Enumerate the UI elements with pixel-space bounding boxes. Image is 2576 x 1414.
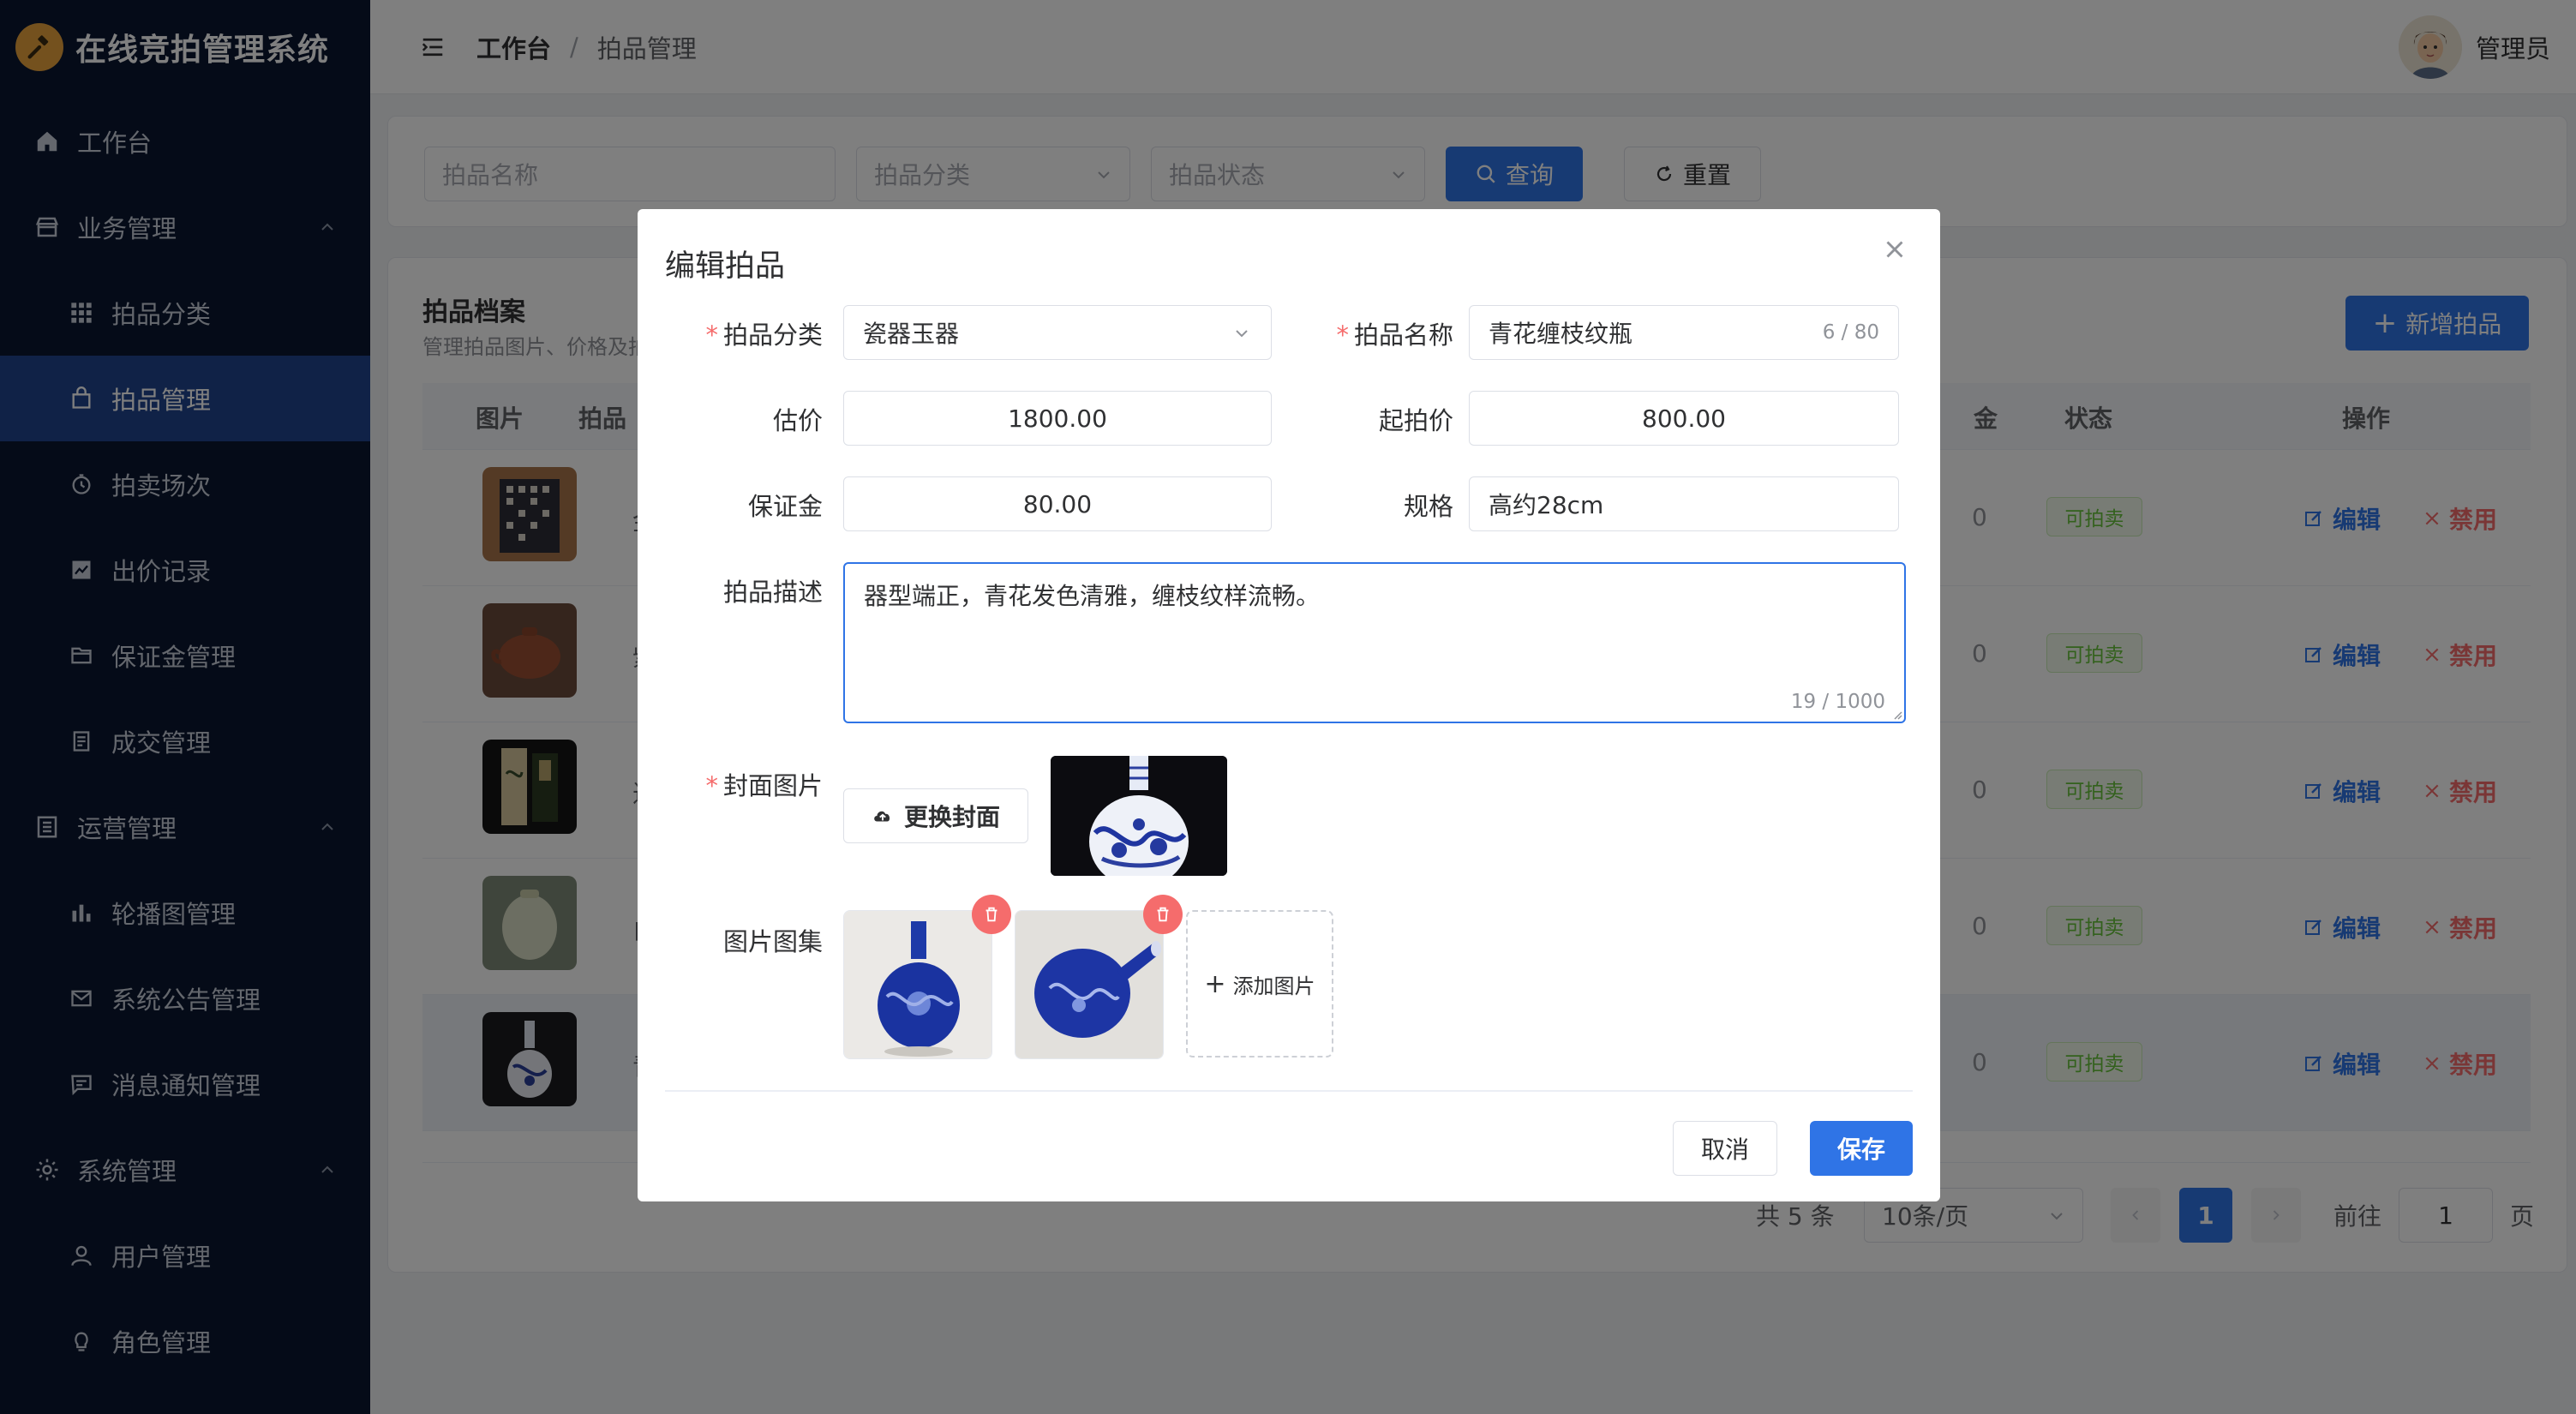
cloud-upload-icon: [874, 811, 890, 822]
edit-item-dialog: 编辑拍品 * 拍品分类 瓷器玉器 * 拍品名称 青花缠枝纹瓶 6 / 80 估价 1…: [638, 209, 1940, 1201]
start-price-label: 起拍价: [1378, 406, 1453, 435]
start-price-input[interactable]: 800.00: [1469, 391, 1899, 446]
gallery-image[interactable]: [843, 910, 992, 1059]
item-name-value: 青花缠枝纹瓶: [1489, 320, 1633, 348]
trash-icon: [1157, 907, 1169, 922]
spec-label: 规格: [1403, 492, 1453, 521]
category-select[interactable]: 瓷器玉器: [843, 305, 1272, 360]
change-cover-label: 更换封面: [903, 803, 1000, 831]
dialog-title: 编辑拍品: [665, 249, 786, 284]
cover-image[interactable]: [1051, 756, 1227, 876]
item-name-counter: 6 / 80: [1822, 321, 1879, 344]
description-label: 拍品描述: [722, 578, 823, 607]
item-name-input[interactable]: 青花缠枝纹瓶 6 / 80: [1469, 305, 1899, 360]
change-cover-button[interactable]: 更换封面: [843, 788, 1028, 843]
close-icon[interactable]: [1880, 235, 1909, 264]
description-textarea[interactable]: 器型端正，青花发色清雅，缠枝纹样流畅。 19 / 1000: [843, 562, 1906, 723]
description-value: 器型端正，青花发色清雅，缠枝纹样流畅。: [864, 582, 1321, 610]
chevron-down-icon: [1236, 330, 1248, 338]
estimate-label: 估价: [772, 406, 823, 435]
add-image-button[interactable]: + 添加图片: [1186, 910, 1333, 1058]
cancel-button[interactable]: 取消: [1673, 1121, 1777, 1176]
item-name-label: * 拍品名称: [1336, 321, 1453, 350]
deposit-label: 保证金: [747, 492, 823, 521]
description-counter: 19 / 1000: [1790, 691, 1885, 713]
category-value: 瓷器玉器: [863, 320, 960, 348]
gallery-image[interactable]: [1015, 910, 1164, 1059]
delete-image-button[interactable]: [1143, 895, 1183, 934]
estimate-input[interactable]: 1800.00: [843, 391, 1272, 446]
save-button[interactable]: 保存: [1810, 1121, 1913, 1176]
dialog-divider: [665, 1090, 1913, 1092]
spec-input[interactable]: 高约28cm: [1469, 476, 1899, 531]
add-image-label: 添加图片: [1232, 974, 1315, 998]
resize-handle-icon[interactable]: [1890, 708, 1902, 720]
trash-icon: [985, 907, 997, 922]
cover-label: * 封面图片: [705, 771, 823, 800]
delete-image-button[interactable]: [972, 895, 1011, 934]
gallery-label: 图片图集: [722, 927, 823, 956]
deposit-input[interactable]: 80.00: [843, 476, 1272, 531]
category-label: * 拍品分类: [705, 321, 823, 350]
plus-icon: +: [1204, 968, 1226, 999]
